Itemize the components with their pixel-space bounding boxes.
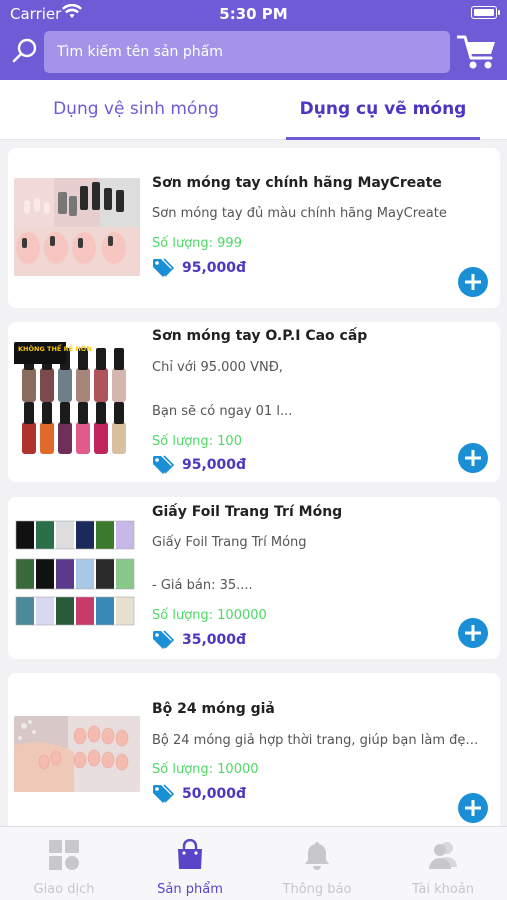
plus-icon xyxy=(465,625,481,641)
price-tag-icon xyxy=(152,455,175,479)
dashboard-icon xyxy=(48,839,80,871)
nav-item-transactions[interactable]: Giao dịch xyxy=(1,827,127,900)
battery-icon xyxy=(471,6,500,19)
price-tag-icon xyxy=(152,630,175,654)
plus-icon xyxy=(465,450,481,466)
product-image xyxy=(14,178,140,276)
users-icon xyxy=(427,839,459,871)
product-description-more: - Giá bán: 35.... xyxy=(152,578,253,593)
nav-item-notifications[interactable]: Thông báo xyxy=(254,827,380,900)
nav-item-account[interactable]: Tài khoản xyxy=(380,827,506,900)
search-icon[interactable] xyxy=(12,38,38,68)
product-name[interactable]: Bộ 24 móng giả xyxy=(152,701,275,717)
category-tabs: Dụng vệ sinh móng Dụng cụ vẽ móng xyxy=(0,80,507,140)
product-price: 50,000đ xyxy=(182,786,247,802)
product-quantity: Số lượng: 999 xyxy=(152,236,242,251)
product-image: KHÔNG THỂ RẺ HƠN xyxy=(14,342,140,454)
add-to-cart-button[interactable] xyxy=(458,793,488,823)
product-image xyxy=(14,716,140,792)
clock: 5:30 PM xyxy=(219,5,288,23)
tab-nail-art-tools[interactable]: Dụng cụ vẽ móng xyxy=(286,80,480,140)
product-card[interactable]: Giấy Foil Trang Trí Móng Giấy Foil Trang… xyxy=(8,497,500,659)
tab-label: Dụng vệ sinh móng xyxy=(53,99,219,119)
product-price: 95,000đ xyxy=(182,260,247,276)
nav-label: Thông báo xyxy=(282,882,352,897)
shopping-cart-icon[interactable] xyxy=(456,32,497,76)
product-name[interactable]: Giấy Foil Trang Trí Móng xyxy=(152,504,342,520)
product-price: 95,000đ xyxy=(182,457,247,473)
bottom-tab-bar: Giao dịch Sản phẩm Thông báo Tài khoản xyxy=(0,826,507,900)
app-header xyxy=(0,28,507,80)
search-input[interactable] xyxy=(44,31,450,73)
nav-label: Tài khoản xyxy=(411,882,475,897)
plus-icon xyxy=(465,800,481,816)
add-to-cart-button[interactable] xyxy=(458,618,488,648)
add-to-cart-button[interactable] xyxy=(458,443,488,473)
product-price: 35,000đ xyxy=(182,632,247,648)
add-to-cart-button[interactable] xyxy=(458,267,488,297)
product-description: Giấy Foil Trang Trí Móng xyxy=(152,535,307,550)
nav-label: Giao dịch xyxy=(33,882,95,897)
product-card[interactable]: Bộ 24 móng giả Bộ 24 móng giả hợp thời t… xyxy=(8,673,500,833)
nav-item-products[interactable]: Sản phẩm xyxy=(127,827,253,900)
product-quantity: Số lượng: 100 xyxy=(152,434,242,449)
product-quantity: Số lượng: 100000 xyxy=(152,608,267,623)
product-description: Bộ 24 móng giả hợp thời trang, giúp bạn … xyxy=(152,733,482,748)
bell-icon xyxy=(301,839,333,871)
price-tag-icon xyxy=(152,258,175,282)
active-tab-indicator xyxy=(286,137,480,140)
product-description-more: Bạn sẽ có ngay 01 l... xyxy=(152,404,293,419)
search-field[interactable] xyxy=(44,31,450,73)
nav-label: Sản phẩm xyxy=(157,882,223,897)
promo-banner-text: KHÔNG THỂ RẺ HƠN xyxy=(18,343,92,353)
product-description: Chỉ với 95.000 VNĐ, xyxy=(152,360,283,375)
shopping-bag-icon xyxy=(174,838,206,871)
tab-label: Dụng cụ vẽ móng xyxy=(299,99,467,119)
price-tag-icon xyxy=(152,784,175,808)
product-name[interactable]: Sơn móng tay O.P.I Cao cấp xyxy=(152,328,367,344)
product-card[interactable]: KHÔNG THỂ RẺ HƠN Sơn móng tay O.P.I Cao … xyxy=(8,322,500,482)
tab-nail-cleaning-tools[interactable]: Dụng vệ sinh móng xyxy=(20,80,252,140)
product-image xyxy=(14,517,140,635)
product-quantity: Số lượng: 10000 xyxy=(152,762,259,777)
product-card[interactable]: Sơn móng tay chính hãng MayCreate Sơn mó… xyxy=(8,148,500,308)
plus-icon xyxy=(465,274,481,290)
product-description: Sơn móng tay đủ màu chính hãng MayCreate xyxy=(152,206,447,221)
status-bar: Carrier 5:30 PM xyxy=(0,0,507,28)
product-name[interactable]: Sơn móng tay chính hãng MayCreate xyxy=(152,175,442,191)
